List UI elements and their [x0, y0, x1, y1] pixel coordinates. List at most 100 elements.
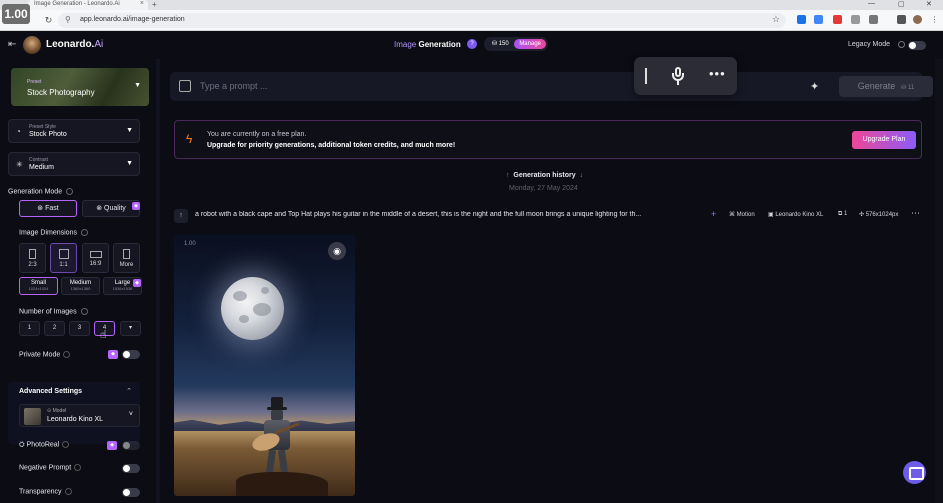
generation-prompt[interactable]: a robot with a black cape and Top Hat pl… — [195, 211, 705, 218]
history-title: Generation history — [513, 172, 576, 179]
premium-gem-icon: ◆ — [132, 202, 140, 210]
model-thumbnail — [24, 408, 41, 425]
manage-button[interactable]: Manage — [514, 39, 546, 49]
media-icon[interactable] — [897, 15, 906, 24]
preset-style-label: Preset Style — [29, 124, 56, 130]
size-tag: ✣ 576x1024px — [859, 212, 899, 218]
extension-icon-1[interactable] — [797, 15, 806, 24]
ratio-shape — [29, 249, 36, 259]
legacy-mode-toggle[interactable] — [908, 41, 926, 50]
dimension-label: 16:9 — [89, 261, 102, 267]
dimension-label: More — [119, 262, 134, 268]
info-icon — [898, 41, 905, 48]
url-text: app.leonardo.ai/image-generation — [80, 16, 185, 23]
extension-icon-3[interactable] — [833, 15, 842, 24]
generation-row: ↑ a robot with a black cape and Top Hat … — [174, 208, 934, 224]
title-part-a: Image — [394, 40, 417, 49]
extensions-puzzle-icon[interactable] — [869, 15, 878, 24]
arrow-down-icon: ↓ — [579, 172, 584, 179]
dimension-2-3[interactable]: 2:3 — [19, 243, 46, 273]
main-scrollbar[interactable] — [935, 59, 943, 503]
contrast-select[interactable]: ✳ Contrast Medium ▼ — [8, 152, 140, 176]
main-area: Type a prompt ... ✦ Generate ⛁ 11 ••• ϟ Y… — [160, 57, 943, 503]
reload-icon[interactable]: ↻ — [42, 14, 55, 27]
motion-tag[interactable]: ⌘ Motion — [729, 211, 755, 218]
close-tab-icon[interactable]: × — [140, 0, 144, 7]
info-icon — [62, 441, 70, 448]
mode-fast-button[interactable]: ⊛ Fast — [19, 200, 77, 217]
app-header: ⇤ Leonardo.Ai Image Generation ? ⛁ 150 M… — [0, 31, 943, 59]
moon-crater — [239, 315, 249, 323]
image-zoom-label: 1.00 — [184, 241, 196, 247]
site-info-icon[interactable]: ⚲ — [65, 15, 71, 24]
private-mode-row: Private Mode — [19, 351, 71, 358]
browser-tabstrip: Image Generation - Leonardo.Ai × + — ▢ ✕ — [0, 0, 943, 10]
dimension-16-9[interactable]: 16:9 — [82, 243, 109, 273]
preset-selector[interactable]: Preset Stock Photography ▼ — [11, 68, 149, 106]
extension-icon-2[interactable] — [814, 15, 823, 24]
more-options-icon[interactable]: ••• — [709, 66, 726, 81]
mode-fast-label: Fast — [45, 205, 59, 212]
brand-text: Leonardo. — [46, 39, 95, 50]
extension-icon-4[interactable] — [851, 15, 860, 24]
browser-menu-icon[interactable]: ⋮ — [930, 15, 939, 24]
image-prompt-icon[interactable] — [179, 80, 191, 92]
collapse-sidebar-icon[interactable]: ⇤ — [8, 39, 16, 50]
generate-button[interactable]: Generate ⛁ 11 — [839, 76, 933, 97]
num-images-1[interactable]: 1 — [19, 321, 40, 336]
credits-value: 150 — [498, 41, 509, 47]
zoom-badge: 1.00 — [2, 4, 30, 24]
new-tab-icon[interactable]: + — [152, 0, 157, 9]
negative-prompt-toggle[interactable] — [122, 464, 140, 473]
bookmark-star-icon[interactable]: ☆ — [772, 14, 780, 25]
maximize-icon[interactable]: ▢ — [898, 0, 905, 8]
dimension-1-1[interactable]: 1:1 — [50, 243, 77, 273]
browser-tab[interactable]: Image Generation - Leonardo.Ai × — [28, 0, 148, 10]
profile-avatar[interactable] — [913, 15, 922, 24]
size-medium[interactable]: Medium 1360x1360 — [61, 277, 100, 295]
photoreal-toggle[interactable] — [122, 441, 140, 450]
chevron-down-icon: ˅ — [128, 411, 133, 418]
model-tag: ▣ Leonardo Kino XL — [768, 212, 824, 218]
microphone-icon[interactable] — [672, 67, 684, 85]
moon-crater — [261, 287, 269, 294]
leonardo-logo[interactable] — [23, 36, 41, 54]
prompt-input[interactable]: Type a prompt ... — [200, 81, 268, 91]
brand-name: Leonardo.Ai — [46, 39, 103, 50]
size-sub: 1360x1360 — [70, 286, 91, 291]
private-mode-toggle[interactable] — [122, 350, 140, 359]
info-icon — [66, 188, 74, 195]
premium-gem-icon: ◆ — [108, 350, 118, 359]
add-prompt-icon[interactable]: + — [711, 209, 716, 219]
num-images-2[interactable]: 2 — [44, 321, 65, 336]
num-images-3[interactable]: 3 — [69, 321, 90, 336]
reuse-prompt-icon[interactable]: ↑ — [174, 209, 188, 223]
image-count-tag: ⧉ 1 — [838, 211, 848, 217]
size-small[interactable]: Small 1024x1024 — [19, 277, 58, 295]
dimension-more[interactable]: More — [113, 243, 140, 273]
legacy-mode-label: Legacy Mode — [848, 41, 891, 48]
eye-icon[interactable]: ◉ — [328, 242, 346, 260]
address-bar[interactable]: ⚲ app.leonardo.ai/image-generation ☆ — [58, 13, 786, 28]
generated-image[interactable]: 1.00 ◉ — [174, 234, 355, 496]
chevron-up-icon[interactable]: ⌃ — [126, 387, 132, 395]
model-select[interactable]: ⊙ Model Leonardo Kino XL ˅ — [19, 404, 140, 427]
transparency-toggle[interactable] — [122, 488, 140, 497]
preset-style-select[interactable]: ◔ Preset Style Stock Photo ▼ — [8, 119, 140, 143]
upgrade-plan-button[interactable]: Upgrade Plan — [852, 131, 916, 149]
drag-handle[interactable] — [645, 68, 647, 84]
generation-history-heading[interactable]: ↑ Generation history ↓ — [506, 172, 583, 179]
chat-support-icon[interactable] — [903, 461, 926, 484]
brand-suffix: Ai — [94, 39, 104, 50]
mouse-pointer-icon: ☝ — [100, 329, 107, 341]
minimize-icon[interactable]: — — [868, 0, 875, 7]
more-options-icon[interactable]: ⋯ — [911, 208, 920, 219]
model-value: Leonardo Kino XL — [47, 416, 104, 423]
photoreal-label: PhotoReal — [26, 441, 60, 449]
info-icon — [80, 308, 88, 315]
window-close-icon[interactable]: ✕ — [926, 0, 932, 8]
help-icon[interactable]: ? — [467, 39, 477, 49]
prompt-enhance-icon[interactable]: ✦ — [810, 80, 819, 93]
num-images-more[interactable]: ▾ — [120, 321, 141, 336]
ratio-shape — [123, 249, 130, 259]
